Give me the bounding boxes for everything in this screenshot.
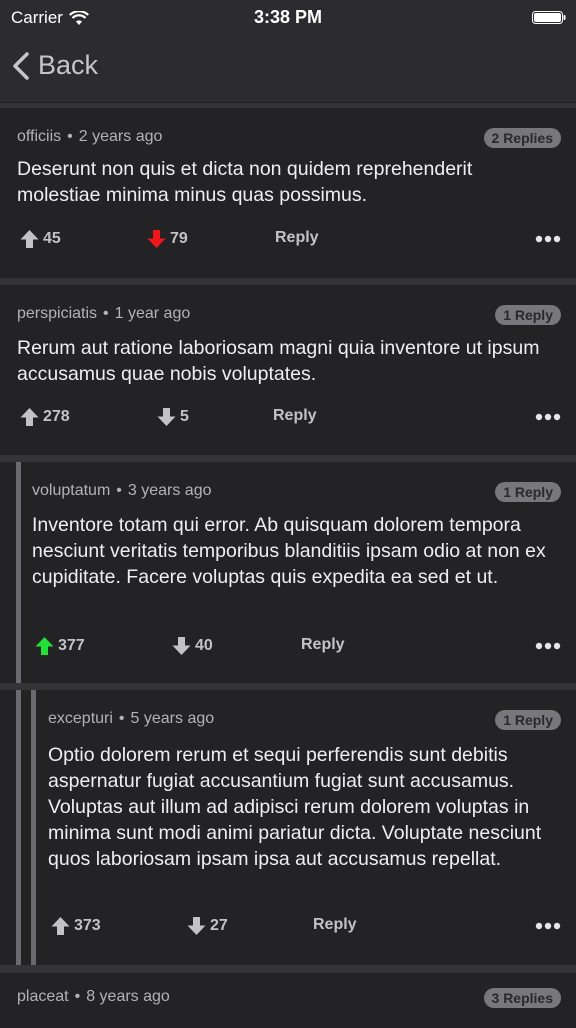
downvote-button[interactable]: 5 <box>157 407 189 427</box>
replies-badge[interactable]: 1 Reply <box>495 482 561 502</box>
upvote-button[interactable]: 45 <box>20 229 61 249</box>
arrow-up-icon <box>20 230 39 248</box>
comment-text: Rerum aut ratione laboriosam magni quia … <box>17 337 540 385</box>
comment-age: 1 year ago <box>114 305 191 322</box>
upvote-count: 45 <box>43 230 61 247</box>
arrow-down-icon <box>172 637 191 655</box>
arrow-up-icon <box>20 408 39 426</box>
comment-text: Deserunt non quis et dicta non quidem re… <box>17 158 473 206</box>
meta-separator: • <box>118 710 125 727</box>
replies-badge[interactable]: 2 Replies <box>483 128 561 148</box>
arrow-up-icon <box>51 917 70 935</box>
upvote-count: 278 <box>43 408 70 425</box>
more-dots-icon[interactable] <box>535 922 561 930</box>
comment-actions: 373 27 Reply <box>0 916 576 946</box>
comment-age: 2 years ago <box>78 128 163 145</box>
meta-separator: • <box>116 482 122 499</box>
status-time: 3:38 PM <box>253 7 323 27</box>
meta-separator: • <box>67 128 73 145</box>
comment-author[interactable]: voluptatum <box>32 482 110 500</box>
upvote-count: 377 <box>58 637 85 654</box>
arrow-down-icon <box>147 230 166 248</box>
comment-age: 8 years ago <box>86 988 170 1005</box>
comment-text: Inventore totam qui error. Ab quisquam d… <box>32 514 546 588</box>
comment: placeat • 8 years ago 3 Replies <box>0 973 576 1028</box>
back-label: Back <box>38 50 99 80</box>
chevron-left-icon <box>13 51 29 80</box>
replies-badge[interactable]: 1 Reply <box>495 305 561 325</box>
reply-button[interactable]: Reply <box>275 229 319 247</box>
downvote-count: 27 <box>210 917 228 934</box>
battery-icon <box>532 11 566 24</box>
comment: officiis • 2 years ago 2 Replies Deserun… <box>0 108 576 278</box>
more-dots-icon[interactable] <box>535 413 561 421</box>
comment-age: 5 years ago <box>130 710 215 727</box>
meta-separator: • <box>74 988 81 1005</box>
downvote-button[interactable]: 27 <box>187 916 228 936</box>
reply-button[interactable]: Reply <box>301 636 345 654</box>
comment-age: 3 years ago <box>127 482 212 499</box>
back-button[interactable]: Back <box>12 50 98 81</box>
downvote-count: 79 <box>170 230 188 247</box>
replies-badge[interactable]: 3 Replies <box>483 988 561 1008</box>
comment-author[interactable]: perspiciatis <box>17 305 97 323</box>
downvote-button[interactable]: 79 <box>147 229 188 249</box>
comment-reply: voluptatum • 3 years ago 1 Reply Invento… <box>0 462 576 683</box>
comment: perspiciatis • 1 year ago 1 Reply Rerum … <box>0 285 576 455</box>
downvote-button[interactable]: 40 <box>172 636 213 656</box>
upvote-button[interactable]: 377 <box>35 636 85 656</box>
comment-author[interactable]: placeat <box>17 988 69 1006</box>
more-dots-icon[interactable] <box>535 642 561 650</box>
comment-actions: 45 79 Reply <box>0 229 576 259</box>
reply-button[interactable]: Reply <box>273 407 317 425</box>
reply-button[interactable]: Reply <box>313 916 357 934</box>
comment-reply: excepturi • 5 years ago 1 Reply Optio do… <box>0 690 576 965</box>
comment-text: Optio dolorem rerum et sequi perferendis… <box>48 744 542 870</box>
downvote-count: 5 <box>180 408 189 425</box>
upvote-button[interactable]: 373 <box>51 916 101 936</box>
nav-bar: Back <box>0 40 576 103</box>
upvote-count: 373 <box>74 917 101 934</box>
comment-actions: 278 5 Reply <box>0 407 576 437</box>
downvote-count: 40 <box>195 637 213 654</box>
meta-separator: • <box>103 305 109 322</box>
upvote-button[interactable]: 278 <box>20 407 70 427</box>
arrow-up-icon <box>35 637 54 655</box>
arrow-down-icon <box>157 408 176 426</box>
comment-actions: 377 40 Reply <box>0 636 576 666</box>
replies-badge[interactable]: 1 Reply <box>495 710 561 730</box>
status-bar: Carrier 3:38 PM <box>0 0 576 40</box>
comment-author[interactable]: excepturi <box>48 710 113 728</box>
comment-author[interactable]: officiis <box>17 128 61 146</box>
more-dots-icon[interactable] <box>535 235 561 243</box>
arrow-down-icon <box>187 917 206 935</box>
